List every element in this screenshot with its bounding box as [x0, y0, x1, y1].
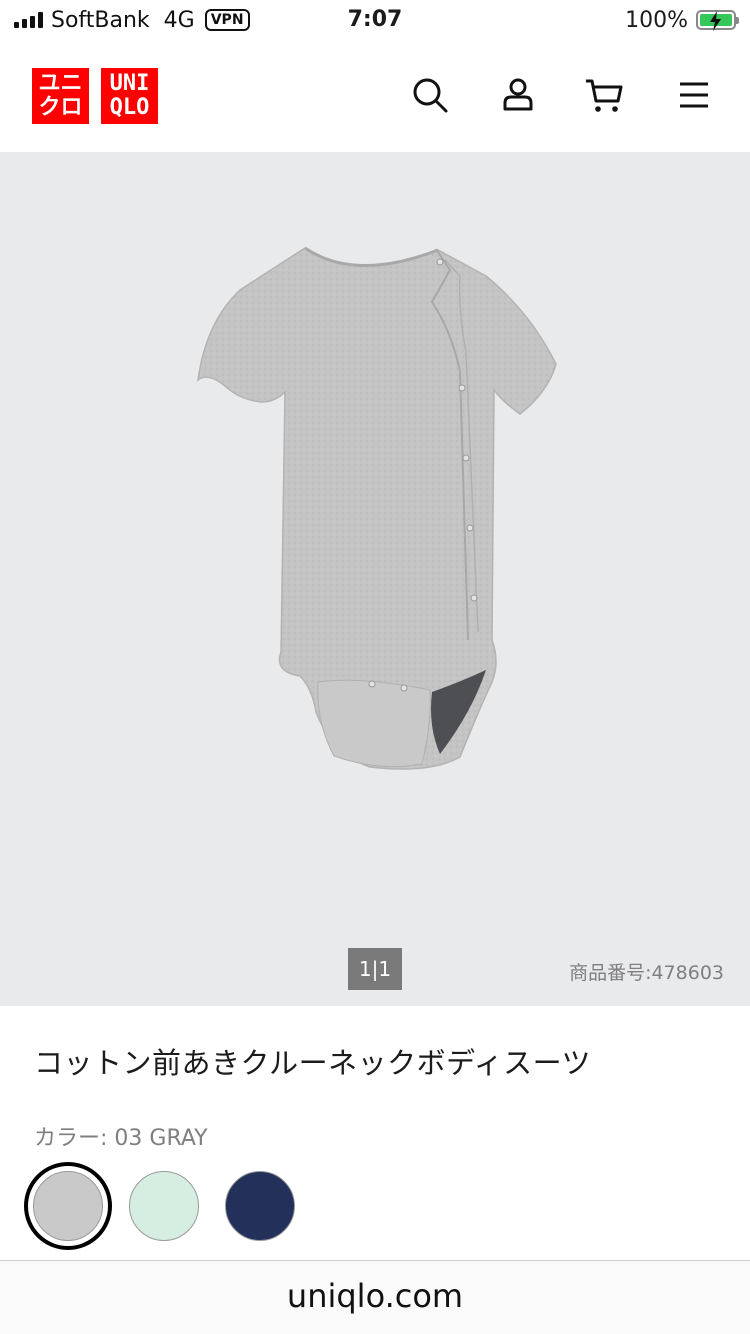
status-bar: SoftBank 4G VPN 7:07 100% — [0, 0, 750, 40]
battery-percent: 100% — [625, 7, 688, 33]
color-label: カラー: 03 GRAY — [34, 1126, 208, 1151]
account-icon — [503, 78, 533, 111]
image-counter: 1|1 — [348, 948, 402, 990]
uniqlo-logo-latin[interactable]: UNI QLO — [101, 68, 158, 124]
color-swatch-navy[interactable] — [216, 1162, 304, 1250]
logo-kana-line2: クロ — [38, 95, 83, 120]
cart-button[interactable] — [582, 73, 626, 117]
bodysuit-product-image — [196, 246, 557, 770]
color-swatch-gray[interactable] — [24, 1162, 112, 1250]
battery-icon — [696, 10, 739, 31]
hamburger-menu-icon — [680, 82, 708, 108]
browser-url-bar[interactable]: uniqlo.com — [0, 1260, 750, 1334]
product-title: コットン前あきクルーネックボディスーツ — [34, 1046, 592, 1080]
product-image-gallery[interactable]: 1|1 商品番号:478603 — [0, 152, 750, 1006]
menu-button[interactable] — [672, 73, 716, 117]
search-icon — [413, 78, 448, 113]
uniqlo-logo-katakana[interactable]: ユニ クロ — [32, 68, 89, 124]
cart-icon — [586, 79, 623, 112]
color-swatch-mint[interactable] — [120, 1162, 208, 1250]
site-header: ユニ クロ UNI QLO — [0, 40, 750, 152]
logo-latin-line1: UNI — [109, 71, 150, 96]
logo-kana-line1: ユニ — [38, 71, 83, 96]
logo-latin-line2: QLO — [109, 95, 150, 120]
url-text: uniqlo.com — [286, 1277, 464, 1315]
product-number: 商品番号:478603 — [569, 962, 724, 984]
search-button[interactable] — [408, 73, 452, 117]
account-button[interactable] — [496, 73, 540, 117]
